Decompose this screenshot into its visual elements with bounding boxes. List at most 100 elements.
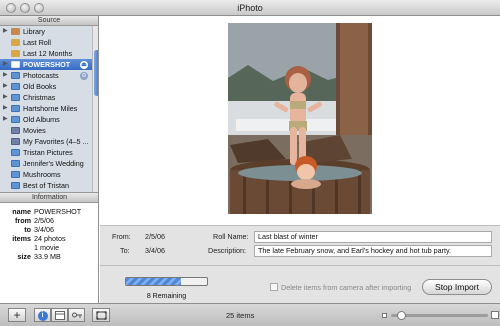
stop-import-button[interactable]: Stop Import — [422, 279, 492, 295]
disclosure-triangle-icon[interactable]: ▶ — [3, 59, 8, 70]
photo-viewer — [100, 16, 500, 225]
info-key: name — [12, 207, 31, 216]
from-label: From: — [112, 232, 131, 241]
bottom-toolbar: + i 25 items — [0, 303, 500, 326]
sidebar-item-hartshorne-miles[interactable]: ▶ Hartshorne Miles — [0, 103, 92, 114]
info-key: items — [12, 234, 31, 243]
smart-album-icon — [11, 127, 20, 134]
source-heading: Source — [0, 16, 98, 26]
disclosure-triangle-icon[interactable]: ▶ — [3, 92, 8, 103]
library-icon — [11, 28, 20, 35]
calendar-icon — [54, 311, 65, 320]
delete-after-import-label: Delete items from camera after importing — [281, 283, 412, 292]
info-value: 3/4/06 — [34, 225, 54, 234]
delete-after-import-checkbox[interactable] — [270, 283, 278, 291]
sidebar-item-best-of-tristan[interactable]: Best of Tristan — [0, 180, 92, 191]
sidebar-item-label: Hartshorne Miles — [23, 104, 78, 113]
sidebar-item-photocasts[interactable]: ▶ Photocasts ⊝ — [0, 70, 92, 81]
sidebar-item-label: Old Albums — [23, 115, 60, 124]
sidebar-item-old-albums[interactable]: ▶ Old Albums — [0, 114, 92, 125]
sidebar-item-label: Christmas — [23, 93, 56, 102]
sidebar-item-label: Mushrooms — [23, 170, 61, 179]
description-label: Description: — [208, 246, 246, 255]
album-icon — [11, 182, 20, 189]
photo-image — [228, 23, 372, 214]
sidebar-item-christmas[interactable]: ▶ Christmas — [0, 92, 92, 103]
sidebar-item-label: My Favorites (4–5 ... — [23, 137, 89, 146]
smart-album-icon — [11, 138, 20, 145]
keyword-button[interactable] — [68, 308, 85, 322]
sidebar-item-mushrooms[interactable]: Mushrooms — [0, 169, 92, 180]
imported-photo[interactable] — [228, 23, 372, 214]
slider-knob[interactable] — [396, 311, 406, 320]
sidebar-item-jennifer-s-wedding[interactable]: Jennifer's Wedding — [0, 158, 92, 169]
album-icon — [11, 171, 20, 178]
sidebar-item-old-books[interactable]: ▶ Old Books — [0, 81, 92, 92]
information-panel: Information name POWERSHOT from 2/5/06 to 3/4… — [0, 192, 98, 303]
sidebar-item-last-12-months[interactable]: Last 12 Months — [0, 48, 92, 59]
disclosure-triangle-icon[interactable]: ▶ — [3, 81, 8, 92]
sidebar-item-label: Last Roll — [23, 38, 51, 47]
key-icon — [71, 312, 82, 318]
info-row: name POWERSHOT — [0, 207, 98, 216]
info-value: POWERSHOT — [34, 207, 82, 216]
add-album-button[interactable]: + — [8, 308, 26, 322]
information-heading: Information — [0, 193, 98, 203]
from-value: 2/5/06 — [145, 232, 165, 241]
sidebar-item-movies[interactable]: Movies — [0, 125, 92, 136]
sidebar-item-label: Movies — [23, 126, 46, 135]
scroll-thumb[interactable] — [94, 50, 98, 96]
source-scrollbar[interactable] — [92, 26, 98, 199]
info-row: 1 movie — [0, 243, 98, 252]
window-title: iPhoto — [237, 3, 263, 13]
sidebar-item-powershot[interactable]: ▶ POWERSHOT ⏏ — [0, 59, 92, 70]
calendar-icon — [11, 50, 20, 57]
sidebar-item-last-roll[interactable]: Last Roll — [0, 37, 92, 48]
description-field[interactable]: The late February snow, and Earl's hocke… — [254, 245, 492, 257]
info-value: 1 movie — [34, 243, 60, 252]
information-table: name POWERSHOT from 2/5/06 to 3/4/06 items 24 p… — [0, 207, 98, 261]
last-roll-icon — [11, 39, 20, 46]
info-value: 24 photos — [34, 234, 66, 243]
thumbnail-size-slider[interactable] — [391, 311, 488, 320]
album-icon — [11, 149, 20, 156]
source-list: ▶ Library Last Roll Last 12 Months ▶ POWERSHO… — [0, 26, 92, 199]
disclosure-triangle-icon[interactable]: ▶ — [3, 114, 8, 125]
small-thumbnail-icon — [382, 313, 387, 318]
eject-icon[interactable]: ⏏ — [80, 61, 88, 69]
to-label: To: — [120, 246, 130, 255]
sidebar-item-label: Tristan Pictures — [23, 148, 73, 157]
source-sidebar: Source ▶ Library Last Roll Last 12 Months ▶ P… — [0, 16, 99, 303]
info-row: size 33.9 MB — [0, 252, 98, 261]
disclosure-triangle-icon[interactable]: ▶ — [3, 103, 8, 114]
sidebar-item-tristan-pictures[interactable]: Tristan Pictures — [0, 147, 92, 158]
sidebar-item-label: Best of Tristan — [23, 181, 69, 190]
import-progress-bar: 8 Remaining Delete items from camera aft… — [100, 265, 500, 303]
album-icon — [11, 105, 20, 112]
title-bar: iPhoto — [0, 0, 500, 16]
disclosure-triangle-icon[interactable]: ▶ — [3, 70, 8, 81]
status-icon[interactable]: ⊝ — [80, 72, 88, 80]
roll-name-field[interactable]: Last blast of winter — [254, 231, 492, 243]
slideshow-button[interactable] — [92, 308, 110, 322]
sidebar-item-label: POWERSHOT — [23, 60, 71, 69]
import-details: From: 2/5/06 To: 3/4/06 Roll Name: Descr… — [100, 225, 500, 265]
sidebar-item-my-favorites-4-5[interactable]: My Favorites (4–5 ... — [0, 136, 92, 147]
album-icon — [11, 116, 20, 123]
item-count: 25 items — [226, 311, 255, 320]
camera-icon — [11, 61, 20, 68]
info-value: 33.9 MB — [34, 252, 61, 261]
sidebar-item-library[interactable]: ▶ Library — [0, 26, 92, 37]
fullscreen-icon — [96, 311, 106, 320]
album-icon — [11, 94, 20, 101]
info-key: size — [17, 252, 31, 261]
disclosure-triangle-icon[interactable]: ▶ — [3, 26, 8, 37]
info-button[interactable]: i — [34, 308, 51, 322]
info-row: items 24 photos — [0, 234, 98, 243]
remaining-count: 8 Remaining — [146, 293, 187, 300]
import-progress — [125, 277, 208, 286]
calendar-button[interactable] — [51, 308, 68, 322]
to-value: 3/4/06 — [145, 246, 165, 255]
album-icon — [11, 160, 20, 167]
sidebar-item-label: Photocasts — [23, 71, 59, 80]
